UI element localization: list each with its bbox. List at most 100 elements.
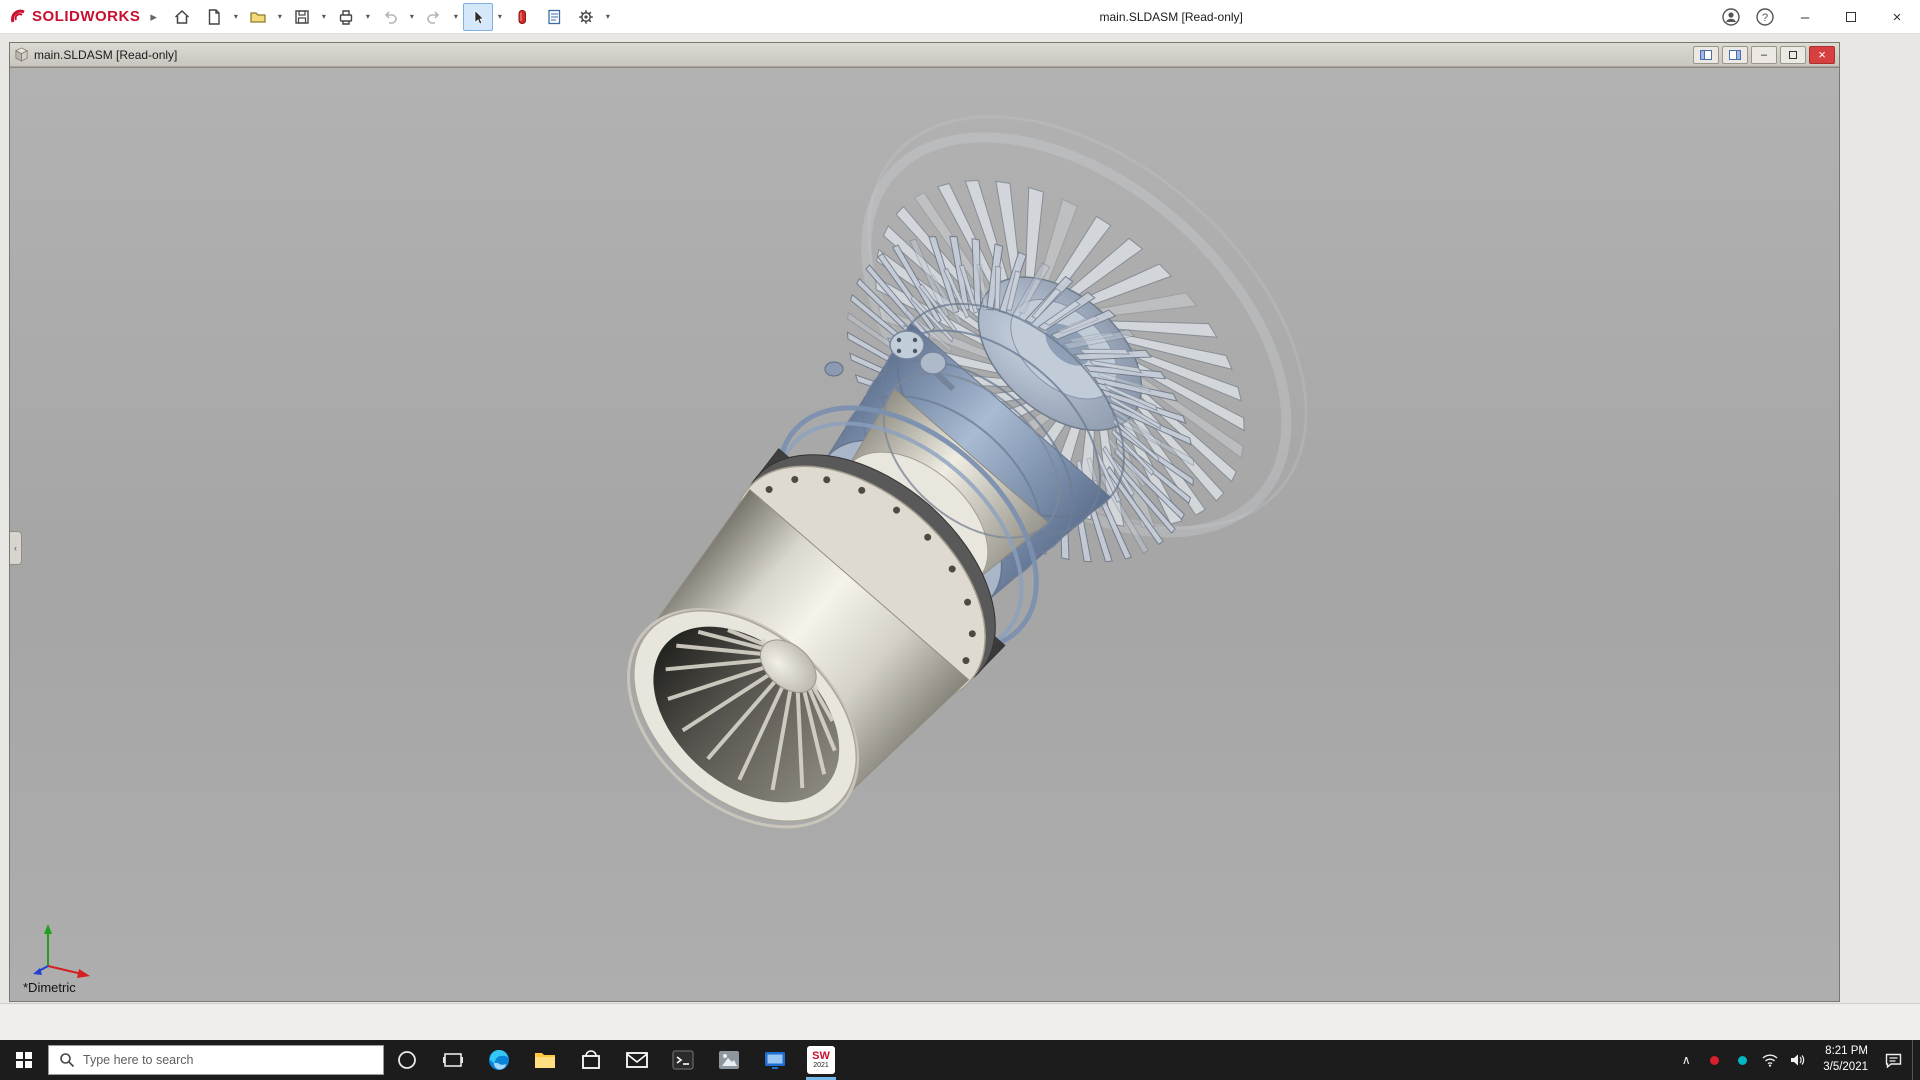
terminal-icon: [670, 1047, 696, 1073]
select-caret-icon[interactable]: ▾: [495, 12, 505, 21]
solidworks-logo-icon: [10, 8, 28, 26]
task-view-button[interactable]: [430, 1040, 476, 1080]
hidden-icons-chevron[interactable]: ∧: [1677, 1040, 1695, 1080]
minimize-icon: –: [1801, 9, 1809, 26]
document-titlebar[interactable]: main.SLDASM [Read-only] – ×: [10, 43, 1839, 67]
gearbox-disc-large: [890, 331, 924, 359]
orientation-triad: [32, 920, 104, 984]
evaluate-icon: [545, 8, 563, 26]
viewport-scene[interactable]: [10, 68, 1839, 1001]
select-cursor-icon: [469, 8, 487, 26]
new-document-icon: [205, 8, 223, 26]
windows-logo-icon: [16, 1052, 32, 1068]
action-center-icon: [1885, 1053, 1902, 1068]
taskbar-app-terminal[interactable]: [660, 1040, 706, 1080]
sw-icon-year: 2021: [813, 1062, 829, 1069]
chevron-up-icon: ∧: [1682, 1053, 1691, 1067]
cortana-button[interactable]: [384, 1040, 430, 1080]
evaluate-button[interactable]: [539, 3, 569, 31]
graphics-viewport[interactable]: *Dimetric ‹: [10, 67, 1839, 1001]
home-button[interactable]: [167, 3, 197, 31]
edge-icon: [486, 1047, 512, 1073]
open-button[interactable]: [243, 3, 273, 31]
new-document-button[interactable]: [199, 3, 229, 31]
doc-close-button[interactable]: ×: [1809, 46, 1835, 64]
solidworks-logo: SOLIDWORKS: [0, 8, 148, 26]
redo-caret-icon[interactable]: ▾: [451, 12, 461, 21]
save-icon: [293, 8, 311, 26]
clock-date: 3/5/2021: [1823, 1060, 1868, 1076]
taskbar-app-monitor[interactable]: [752, 1040, 798, 1080]
taskbar-app-edge[interactable]: [476, 1040, 522, 1080]
doc-minimize-button[interactable]: –: [1751, 46, 1777, 64]
undo-button[interactable]: [375, 3, 405, 31]
gearbox-disc-small: [920, 352, 946, 374]
select-button[interactable]: [463, 3, 493, 31]
teal-badge-icon: [1738, 1056, 1747, 1065]
print-caret-icon[interactable]: ▾: [363, 12, 373, 21]
undo-icon: [381, 8, 399, 26]
store-icon: [578, 1047, 604, 1073]
collapse-arrow-icon: ‹: [14, 543, 17, 553]
doc-close-icon: ×: [1818, 47, 1826, 62]
feature-tree-collapse-tab[interactable]: ‹: [10, 531, 22, 565]
appearance-button[interactable]: [507, 3, 537, 31]
pane-right-icon: [1729, 50, 1741, 60]
new-document-caret-icon[interactable]: ▾: [231, 12, 241, 21]
save-button[interactable]: [287, 3, 317, 31]
options-caret-icon[interactable]: ▾: [603, 12, 613, 21]
show-desktop-button[interactable]: [1912, 1040, 1918, 1080]
taskbar-app-photos[interactable]: [706, 1040, 752, 1080]
tray-antivirus-icon[interactable]: [1705, 1040, 1723, 1080]
network-button[interactable]: [1761, 1040, 1779, 1080]
taskbar-search-box[interactable]: Type here to search: [48, 1045, 384, 1075]
assembly-icon: [14, 47, 29, 62]
task-view-icon: [442, 1049, 464, 1071]
minimize-button[interactable]: –: [1782, 0, 1828, 34]
doc-minimize-icon: –: [1761, 49, 1767, 61]
monitor-app-icon: [762, 1047, 788, 1073]
red-badge-icon: [1710, 1056, 1719, 1065]
account-button[interactable]: [1714, 0, 1748, 34]
quick-toolbar: ▾ ▾ ▾ ▾: [167, 3, 613, 31]
taskbar-app-store[interactable]: [568, 1040, 614, 1080]
account-icon: [1721, 7, 1741, 27]
photos-icon: [716, 1047, 742, 1073]
undo-caret-icon[interactable]: ▾: [407, 12, 417, 21]
open-caret-icon[interactable]: ▾: [275, 12, 285, 21]
status-bar: [0, 1003, 1920, 1040]
volume-button[interactable]: [1789, 1040, 1807, 1080]
taskbar-clock[interactable]: 8:21 PM 3/5/2021: [1817, 1044, 1874, 1075]
document-title: main.SLDASM [Read-only]: [34, 48, 177, 62]
windows-taskbar: Type here to search: [0, 1040, 1920, 1080]
titlebar-right: ? – ×: [1714, 0, 1920, 34]
doc-restore-icon: [1789, 51, 1797, 59]
wifi-icon: [1762, 1053, 1778, 1067]
toolbar-expand-icon[interactable]: ▸: [150, 9, 157, 25]
pane-left-icon: [1700, 50, 1712, 60]
tray-teams-icon[interactable]: [1733, 1040, 1751, 1080]
help-button[interactable]: ?: [1748, 0, 1782, 34]
redo-button[interactable]: [419, 3, 449, 31]
action-center-button[interactable]: [1884, 1040, 1902, 1080]
sw-icon-label: SW: [812, 1051, 830, 1062]
maximize-icon: [1846, 12, 1856, 22]
save-caret-icon[interactable]: ▾: [319, 12, 329, 21]
doc-pane-right-button[interactable]: [1722, 46, 1748, 64]
home-icon: [173, 8, 191, 26]
solidworks-app-icon: SW 2021: [807, 1046, 835, 1074]
app-title: main.SLDASM [Read-only]: [1099, 10, 1242, 24]
taskbar-app-file-explorer[interactable]: [522, 1040, 568, 1080]
close-button[interactable]: ×: [1874, 0, 1920, 34]
taskbar-app-solidworks[interactable]: SW 2021: [798, 1040, 844, 1080]
maximize-button[interactable]: [1828, 0, 1874, 34]
print-button[interactable]: [331, 3, 361, 31]
options-button[interactable]: [571, 3, 601, 31]
doc-pane-left-button[interactable]: [1693, 46, 1719, 64]
solidworks-titlebar: SOLIDWORKS ▸ ▾ ▾: [0, 0, 1920, 34]
system-tray: ∧ 8:21 PM 3/5/2021: [1677, 1040, 1920, 1080]
start-button[interactable]: [0, 1040, 48, 1080]
volume-icon: [1790, 1053, 1806, 1067]
doc-restore-button[interactable]: [1780, 46, 1806, 64]
taskbar-app-mail[interactable]: [614, 1040, 660, 1080]
